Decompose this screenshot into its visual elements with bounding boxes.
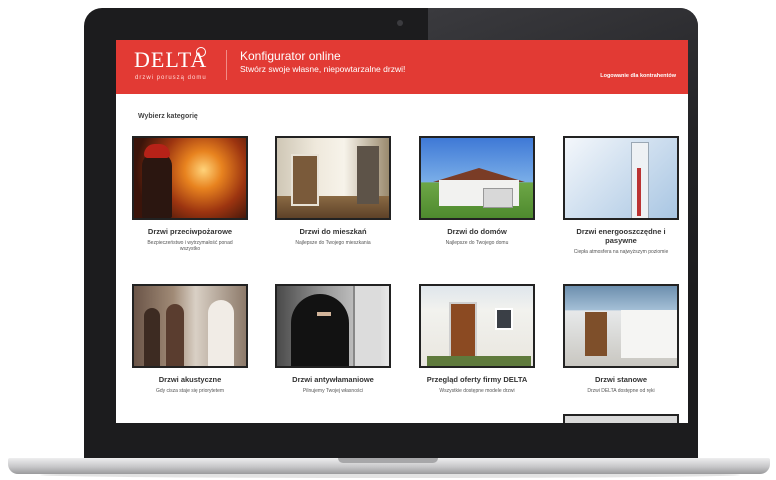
category-image-antiburglary (275, 284, 391, 368)
page-title: Konfigurator online (240, 49, 341, 63)
category-title: Drzwi energooszczędne i pasywne (576, 227, 666, 245)
category-card-acoustic[interactable]: Drzwi akustyczne Gdy cisza staje się pri… (132, 284, 248, 394)
category-card-fire[interactable]: Drzwi przeciwpożarowe Bezpieczeństwo i w… (132, 136, 248, 252)
category-image-house (419, 136, 535, 220)
category-desc: Najlepsze do Twojego domu (445, 240, 509, 246)
category-desc: Pilnujemy Twojej własności (302, 388, 364, 394)
category-card-antiburglary[interactable]: Drzwi antywłamaniowe Pilnujemy Twojej wł… (275, 284, 391, 394)
screen: DELTA drzwi poruszą domu Konfigurator on… (116, 40, 688, 423)
category-title: Drzwi przeciwpożarowe (147, 227, 233, 236)
category-desc: Wszystkie dostępne modele drzwi (439, 388, 515, 394)
category-title: Drzwi do mieszkań (299, 227, 367, 236)
category-image-offer (419, 284, 535, 368)
category-desc: Bezpieczeństwo i wytrzymałość ponad wszy… (147, 240, 233, 252)
category-desc: Drzwi DELTA dostępne od ręki (587, 388, 655, 394)
logo-ring-icon (196, 47, 206, 57)
category-card-apartment[interactable]: Drzwi do mieszkań Najlepsze do Twojego m… (275, 136, 391, 246)
category-image-stock (563, 284, 679, 368)
category-image-apartment (275, 136, 391, 220)
category-image-fire (132, 136, 248, 220)
contractor-login-link[interactable]: Logowanie dla kontrahentów (600, 73, 676, 79)
header-divider (226, 50, 227, 80)
category-card-stock[interactable]: Drzwi stanowe Drzwi DELTA dostępne od rę… (563, 284, 679, 394)
category-title: Drzwi akustyczne (158, 375, 222, 384)
category-image-partial[interactable] (563, 414, 679, 423)
category-image-acoustic (132, 284, 248, 368)
category-desc: Gdy cisza staje się priorytetem (155, 388, 225, 394)
laptop-notch (338, 458, 438, 463)
category-card-house[interactable]: Drzwi do domów Najlepsze do Twojego domu (419, 136, 535, 246)
category-card-energy[interactable]: Drzwi energooszczędne i pasywne Ciepła a… (563, 136, 679, 255)
category-title: Drzwi stanowe (594, 375, 648, 384)
category-title: Drzwi do domów (447, 227, 507, 236)
webcam (397, 20, 403, 26)
category-desc: Ciepła atmosfera na najwyższym poziomie (573, 249, 669, 255)
category-heading: Wybierz kategorię (138, 113, 198, 120)
category-image-energy (563, 136, 679, 220)
site-header: DELTA drzwi poruszą domu Konfigurator on… (116, 40, 688, 94)
category-card-offer[interactable]: Przegląd oferty firmy DELTA Wszystkie do… (419, 284, 535, 394)
page-subtitle: Stwórz swoje własne, niepowtarzalne drzw… (240, 64, 406, 74)
logo-tagline: drzwi poruszą domu (135, 75, 207, 81)
category-title: Przegląd oferty firmy DELTA (426, 375, 528, 384)
category-title: Drzwi antywłamaniowe (292, 375, 374, 384)
category-desc: Najlepsze do Twojego mieszkania (295, 240, 371, 246)
